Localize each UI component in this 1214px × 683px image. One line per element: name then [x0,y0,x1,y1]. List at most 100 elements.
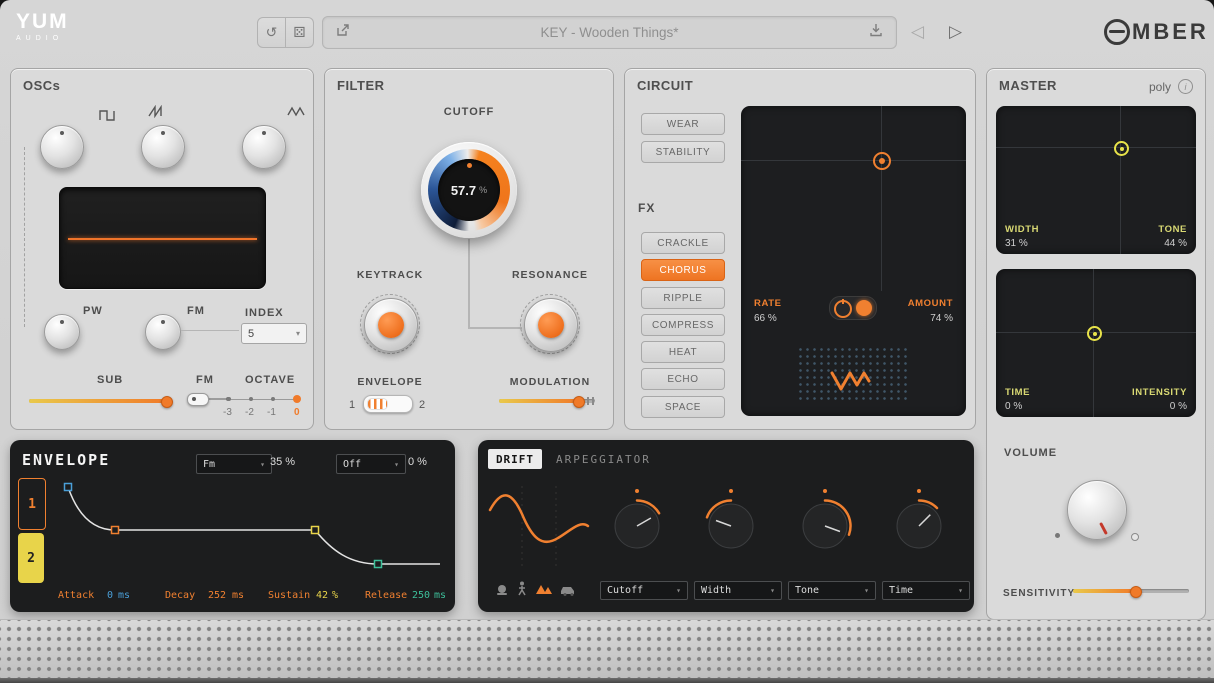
sustain-handle[interactable] [312,527,319,534]
xy-cursor-dot[interactable] [1087,326,1102,341]
tab-drift[interactable]: DRIFT [488,449,542,469]
randomize-button[interactable]: ⚄ [286,17,314,48]
fx-button-ripple[interactable]: RIPPLE [641,287,725,309]
voice-mode-label[interactable]: poly [1149,80,1171,94]
drift-knob-3[interactable] [797,498,853,554]
drift-mode-hike-icon[interactable] [535,582,553,600]
cutoff-knob[interactable]: 57.7 % [421,142,517,238]
decay-handle[interactable] [112,527,119,534]
keytrack-knob[interactable] [364,298,418,352]
osc2-shape-knob[interactable] [141,125,185,169]
release-handle[interactable] [375,561,382,568]
volume-max-dot [1131,533,1139,541]
octave-value[interactable]: -2 [245,407,254,418]
fx-button-heat[interactable]: HEAT [641,341,725,363]
slider-handle[interactable] [161,396,173,408]
next-preset-button[interactable]: ▷ [949,23,962,40]
volume-label: VOLUME [1004,447,1057,459]
env-option-2[interactable]: 2 [419,399,425,411]
drift-panel: DRIFT ARPEGGIATOR [478,440,974,612]
fx-button-compress[interactable]: COMPRESS [641,314,725,336]
env-target2-amount[interactable]: 0 % [408,456,427,468]
volume-knob[interactable] [1067,480,1127,540]
xy-cursor-dot[interactable] [1114,141,1129,156]
octave-dot-selected[interactable] [293,395,301,403]
waveform-line [68,238,257,240]
info-icon[interactable]: i [1178,79,1193,94]
drift-knob-2[interactable] [703,498,759,554]
drift-mode-drive-icon[interactable] [559,583,577,601]
octave-dot[interactable] [249,397,253,401]
envelope-select-toggle[interactable] [363,395,413,413]
cutoff-readout: 57.7 % [438,159,500,221]
chevron-down-icon: ▾ [676,586,681,595]
pw-knob[interactable] [44,314,80,350]
drift-target1-dropdown[interactable]: Cutoff ▾ [600,581,688,600]
export-icon[interactable] [335,22,351,43]
width-tone-xy-pad[interactable]: WIDTH 31 % TONE 44 % [996,106,1196,254]
fm-knob[interactable] [145,314,181,350]
prev-preset-button[interactable]: ◁ [911,23,924,40]
keytrack-label: KEYTRACK [340,269,440,281]
drift-target3-dropdown[interactable]: Tone ▾ [788,581,876,600]
env-target1-dropdown[interactable]: Fm ▾ [196,454,272,474]
fx-button-echo[interactable]: ECHO [641,368,725,390]
decay-value[interactable]: 252 [208,590,226,601]
octave-value[interactable]: -1 [267,407,276,418]
tab-arpeggiator[interactable]: ARPEGGIATOR [556,453,651,466]
drift-mode-walk-icon[interactable] [516,581,528,601]
sub-slider[interactable] [29,396,171,406]
fx-power-toggle[interactable] [829,296,877,320]
drift-shape-display[interactable] [488,480,590,572]
octave-value[interactable]: -3 [223,407,232,418]
modulation-slider[interactable] [499,396,595,406]
env-target1-value: Fm [203,459,215,470]
drift-knob-1[interactable] [609,498,665,554]
toggle-handle [367,398,388,410]
fm-mini-slider[interactable] [187,393,231,405]
undo-button[interactable]: ↺ [257,17,286,48]
filter-panel: FILTER CUTOFF 57.7 % KEYTRACK RESONANCE … [324,68,614,430]
envelope-graph[interactable] [52,474,450,580]
stability-button[interactable]: STABILITY [641,141,725,163]
brand-name: MBER [1132,19,1209,45]
attack-handle[interactable] [65,484,72,491]
resonance-knob[interactable] [524,298,578,352]
env-target2-dropdown[interactable]: Off ▾ [336,454,406,474]
fx-button-chorus[interactable]: CHORUS [641,259,725,281]
drift-knob-4[interactable] [891,498,947,554]
envelope-tab-1[interactable]: 1 [18,478,46,530]
wear-button[interactable]: WEAR [641,113,725,135]
sensitivity-slider[interactable] [1073,586,1189,596]
dice-icon: ⚄ [293,24,305,41]
attack-value[interactable]: 0 [107,590,113,601]
index-dropdown[interactable]: 5 ▾ [241,323,307,344]
preset-name[interactable]: KEY - Wooden Things* [351,25,868,40]
save-download-icon[interactable] [868,22,884,43]
osc1-shape-knob[interactable] [40,125,84,169]
fx-button-space[interactable]: SPACE [641,396,725,418]
time-intensity-xy-pad[interactable]: TIME 0 % INTENSITY 0 % [996,269,1196,417]
release-value[interactable]: 250 [412,590,430,601]
osc3-shape-knob[interactable] [242,125,286,169]
circuit-xy-pad[interactable]: RATE 66 % AMOUNT 74 % [741,106,966,416]
slider-handle[interactable] [1130,586,1142,598]
drift-mode-calm-icon[interactable] [494,582,510,601]
env-target1-amount[interactable]: 35 % [270,456,295,468]
octave-dot[interactable] [227,397,231,401]
octave-dot[interactable] [271,397,275,401]
octave-value-selected[interactable]: 0 [294,407,300,418]
mini-handle[interactable] [187,393,209,406]
speaker-grille [0,619,1214,683]
oscs-title: OSCs [23,78,60,93]
env-option-1[interactable]: 1 [349,399,355,411]
drift-target2-dropdown[interactable]: Width ▾ [694,581,782,600]
slider-handle[interactable] [573,396,585,408]
preset-bar[interactable]: KEY - Wooden Things* [322,16,897,49]
xy-cursor-dot[interactable] [873,152,891,170]
fx-button-crackle[interactable]: CRACKLE [641,232,725,254]
drift-target4-dropdown[interactable]: Time ▾ [882,581,970,600]
sustain-value[interactable]: 42 [316,590,328,601]
octave-selector[interactable]: -3 -2 -1 0 [227,393,303,421]
envelope-tab-2[interactable]: 2 [18,533,44,583]
